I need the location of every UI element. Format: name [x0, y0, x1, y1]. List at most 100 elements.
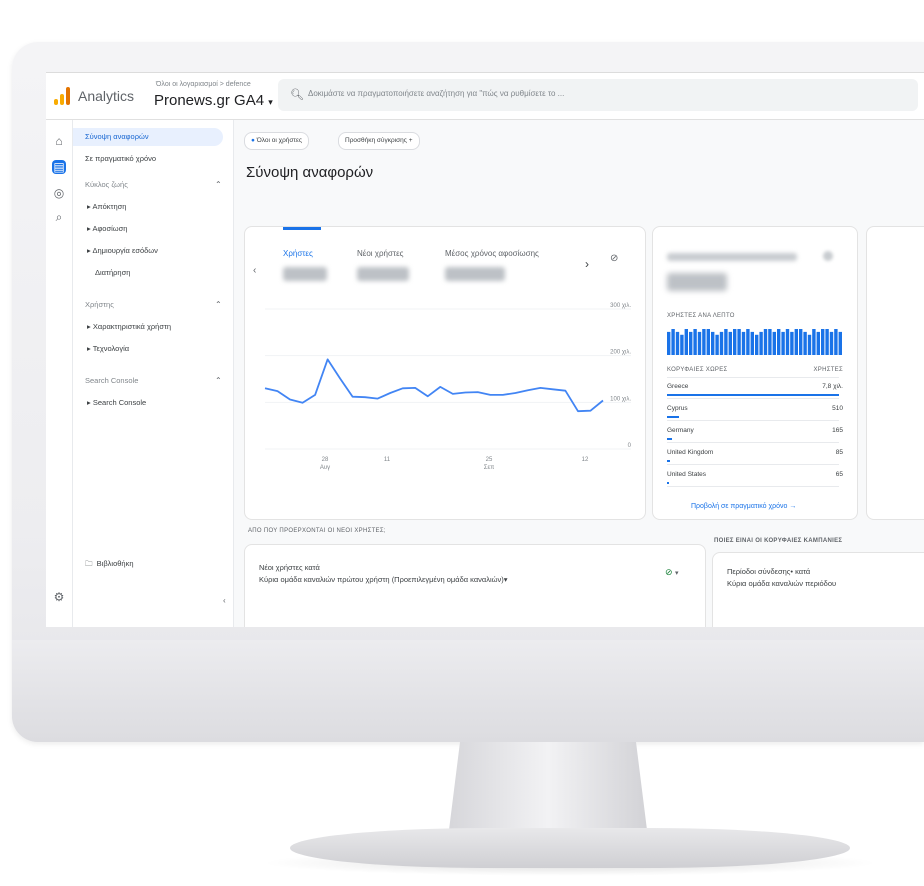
- minute-bar: [706, 329, 710, 355]
- divider: [667, 486, 839, 487]
- search-input[interactable]: 🔍︎ Δοκιμάστε να πραγματοποιήσετε αναζήτη…: [278, 79, 918, 111]
- analytics-screen: Analytics Όλοι οι λογαριασμοί > defence …: [46, 72, 924, 627]
- property-selector[interactable]: Pronews.gr GA4 ▾: [154, 92, 273, 109]
- dimension-selector[interactable]: Κύρια ομάδα καναλιών περιόδου: [727, 579, 836, 588]
- minute-bar: [689, 331, 693, 355]
- country-users: 165: [832, 427, 843, 434]
- country-bar: [667, 482, 669, 484]
- chevron-up-icon[interactable]: ⌃: [215, 180, 222, 189]
- minute-bar: [684, 329, 688, 355]
- minute-bar: [755, 334, 759, 355]
- sidebar-item-user-attributes[interactable]: ▸ Χαρακτηριστικά χρήστη: [87, 322, 171, 331]
- property-name: Pronews.gr GA4: [154, 92, 265, 109]
- search-icon: 🔍︎: [290, 89, 304, 101]
- sidebar-item-label: Δημιουργία εσόδων: [92, 246, 158, 255]
- view-realtime-link[interactable]: Προβολή σε πραγματικό χρόνο →: [691, 503, 796, 510]
- lifecycle-section-title[interactable]: Κύκλος ζωής: [85, 180, 128, 189]
- x-tick-label: 11: [384, 457, 391, 463]
- divider: [667, 377, 839, 378]
- x-tick-label: 28: [322, 457, 329, 463]
- chevron-up-icon[interactable]: ⌃: [215, 300, 222, 309]
- minute-bar: [697, 331, 702, 355]
- add-comparison-button[interactable]: Προσθήκη σύγκρισης +: [338, 132, 420, 150]
- sidebar-item-acquisition[interactable]: ▸ Απόκτηση: [87, 202, 126, 211]
- monitor-base: [290, 828, 850, 868]
- country-bar: [667, 438, 672, 440]
- account-breadcrumb[interactable]: Όλοι οι λογαριασμοί > defence: [156, 81, 251, 88]
- country-name: United States: [667, 471, 707, 478]
- minute-bar: [724, 329, 728, 355]
- minute-bar: [667, 331, 671, 355]
- country-name: Germany: [667, 427, 694, 434]
- minute-bar: [675, 331, 680, 355]
- y-tick-label: 100 χιλ.: [610, 396, 631, 402]
- top-countries-header: ΚΟΡΥΦΑΙΕΣ ΧΩΡΕΣ: [667, 367, 728, 373]
- minute-bar: [737, 329, 741, 355]
- minute-bar: [816, 331, 820, 355]
- realtime-icon: [823, 251, 833, 261]
- country-name: Greece: [667, 383, 689, 390]
- library-label: Βιβλιοθήκη: [96, 559, 134, 568]
- minute-bar: [680, 334, 684, 355]
- minute-bar: [829, 331, 834, 355]
- user-section-title[interactable]: Χρήστης: [85, 300, 114, 309]
- minute-bar: [763, 329, 768, 355]
- home-icon[interactable]: ⌂: [52, 134, 66, 148]
- brand-name: Analytics: [78, 88, 135, 104]
- x-tick-label: Αυγ: [320, 465, 330, 471]
- users-line-chart: 300 χιλ. 200 χιλ. 100 χιλ. 0 28 Αυγ 11 25 Σεπ 12: [264, 303, 632, 471]
- minute-bar: [807, 334, 812, 355]
- monitor-stand: [448, 742, 648, 838]
- divider: [667, 420, 839, 421]
- sidebar-item-overview[interactable]: Σύνοψη αναφορών: [73, 128, 223, 146]
- advertising-icon[interactable]: ⌕: [52, 210, 66, 224]
- y-tick-label: 300 χιλ.: [610, 303, 631, 309]
- sidebar-item-monetization[interactable]: ▸ Δημιουργία εσόδων: [87, 246, 158, 255]
- minute-bar: [821, 329, 825, 355]
- minute-bar: [799, 329, 803, 355]
- minute-bar: [711, 331, 715, 355]
- realtime-users-value: [667, 273, 727, 291]
- minute-bar: [715, 334, 719, 355]
- settings-gear-icon[interactable]: ⚙: [52, 590, 66, 604]
- search-console-section-title[interactable]: Search Console: [85, 376, 138, 385]
- country-name: Cyprus: [667, 405, 688, 412]
- link-label: Προβολή σε πραγματικό χρόνο: [691, 503, 788, 510]
- sidebar-item-search-console[interactable]: ▸ Search Console: [87, 398, 146, 407]
- sidebar-item-realtime[interactable]: Σε πραγματικό χρόνο: [85, 154, 156, 163]
- where-from-heading: ΑΠΟ ΠΟΥ ΠΡΟΕΡΧΟΝΤΑΙ ΟΙ ΝΕΟΙ ΧΡΗΣΤΕΣ;: [248, 528, 386, 534]
- reports-icon[interactable]: ▤: [52, 160, 66, 174]
- chevron-up-icon[interactable]: ⌃: [215, 376, 222, 385]
- monitor-chin: [12, 640, 924, 742]
- sidebar-item-retention[interactable]: Διατήρηση: [95, 268, 130, 277]
- nav-rail: ⌂ ▤ ◎ ⌕ ⚙: [46, 120, 73, 627]
- analytics-logo-icon[interactable]: [54, 87, 70, 105]
- main-content: ● Όλοι οι χρήστες Προσθήκη σύγκρισης + Σ…: [234, 120, 924, 627]
- card-title: Περίοδοι σύνδεσης• κατά: [727, 567, 811, 576]
- sidebar-item-label: Απόκτηση: [92, 202, 127, 211]
- explore-icon[interactable]: ◎: [52, 186, 66, 200]
- sidebar-item-label: Αφοσίωση: [92, 224, 128, 233]
- minute-bar: [719, 331, 724, 355]
- library-link[interactable]: 🗀︎ Βιβλιοθήκη: [85, 558, 134, 571]
- sidebar-item-tech[interactable]: ▸ Τεχνολογία: [87, 344, 129, 353]
- status-check-icon[interactable]: ⊘ ▾: [665, 567, 679, 578]
- minute-bar: [834, 329, 838, 355]
- collapse-sidebar-icon[interactable]: ‹: [223, 596, 226, 605]
- x-tick-label: Σεπ: [484, 465, 495, 471]
- next-card-edge: [866, 226, 924, 520]
- sidebar-item-engagement[interactable]: ▸ Αφοσίωση: [87, 224, 127, 233]
- dimension-selector[interactable]: Κύρια ομάδα καναλιών πρώτου χρήστη (Προε…: [259, 575, 508, 584]
- users-column-header: ΧΡΗΣΤΕΣ: [813, 367, 843, 373]
- divider: [667, 398, 839, 399]
- chevron-down-icon: ▾: [268, 97, 273, 107]
- minute-bar: [781, 331, 785, 355]
- minute-bar: [728, 331, 732, 355]
- comparison-chip[interactable]: ● Όλοι οι χρήστες: [244, 132, 309, 150]
- country-users: 7,8 χιλ.: [822, 383, 843, 390]
- folder-icon: 🗀︎: [85, 559, 93, 568]
- top-bar: Analytics Όλοι οι λογαριασμοί > defence …: [46, 73, 924, 120]
- minute-bar: [812, 329, 816, 355]
- country-users: 65: [835, 471, 843, 478]
- page-title: Σύνοψη αναφορών: [246, 164, 374, 181]
